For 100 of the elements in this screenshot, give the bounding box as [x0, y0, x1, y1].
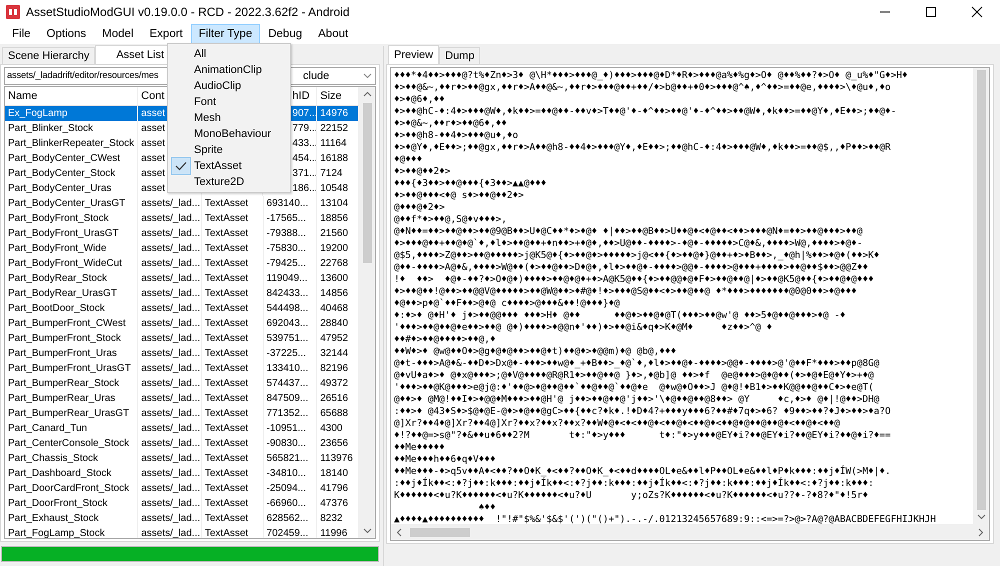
- table-cell[interactable]: Part_BumperFront_Uras: [5, 346, 138, 361]
- table-cell[interactable]: Part_BumperFront_CWest: [5, 316, 138, 331]
- scrollbar[interactable]: [359, 87, 375, 538]
- table-cell: TextAsset: [202, 376, 264, 391]
- table-cell: -75830...: [264, 241, 318, 256]
- table-cell: TextAsset: [202, 466, 264, 481]
- menu-item[interactable]: Model: [94, 24, 142, 44]
- table-cell[interactable]: Part_BumperRear_Stock: [5, 376, 138, 391]
- table-cell[interactable]: Part_Exhaust_Stock: [5, 511, 138, 526]
- table-cell[interactable]: Part_Chassis_Stock: [5, 451, 138, 466]
- preview-text-line: !♦ ♦♦> ♦@♦-♦♦?♦>O♦@♦)♦♦♦♦>♦♦@♦@♦+♦>A@K5@♦♦{♦>♦♦@@♦@♦F♦>♦♦@♦♦@|♦>♦♦@K5@♦♦{♦>♦♦@♦@♦♦♦: [394, 274, 875, 286]
- scroll-left-icon[interactable]: [396, 528, 402, 536]
- preview-text-line: ♦♦♦*♦4♦♦>♦♦♦@?t%♦Zn♦>3♦ @\H*♦♦♦>♦♦♦@_♦)♦♦♦>♦♦♦@♦D*♦R♦>♦♦♦@a%♦%g♦>O♦ @♦♦%♦♦?♦>O♦ @_u%♦"G♦>H♦: [394, 70, 909, 82]
- preview-text-line: @♦♦♦@♦2♦>: [394, 202, 446, 214]
- table-cell[interactable]: Part_CenterConsole_Stock: [5, 436, 138, 451]
- table-cell[interactable]: Part_BodyRear_Stock: [5, 271, 138, 286]
- table-cell: 628562...: [264, 511, 318, 526]
- table-cell: assets/_lad...: [138, 256, 202, 271]
- table-cell[interactable]: Part_BodyFront_UrasGT: [5, 226, 138, 241]
- table-cell[interactable]: Part_FogLamp_Stock: [5, 526, 138, 538]
- table-cell[interactable]: Part_BumperFront_Stock: [5, 331, 138, 346]
- table-cell: assets/_lad...: [138, 391, 202, 406]
- preview-text-line: @$5,♦♦♦♦>Z@♦♦>♦♦@♦♦♦♦♦>j@K5@♦{♦>♦♦@♦>♦♦♦♦♦>j@<♦♦{♦>♦♦@♦}@♦♦+♦>♦B♦♦>,_♦@h|%♦♦>♦@♦(♦♦>K♦: [394, 250, 880, 262]
- preview-text-line: ♦♦Me♦♦♦h♦♦6♦q♦V♦♦♦: [394, 454, 497, 465]
- preview-text-line: ♦♦Me♦♦♦♦♦: [394, 442, 446, 454]
- table-cell: TextAsset: [202, 436, 264, 451]
- table-cell: assets/_lad...: [138, 196, 202, 211]
- table-cell[interactable]: Part_BodyFront_Stock: [5, 211, 138, 226]
- table-cell[interactable]: Part_Blinker_Stock: [5, 121, 138, 136]
- table-cell[interactable]: Part_BodyCenter_Uras: [5, 181, 138, 196]
- table-cell: TextAsset: [202, 406, 264, 421]
- preview-text-line: '♦♦♦>♦♦@K@♦♦♦>e@j@:♦'♦♦@>♦@♦♦@♦♦`♦♦@♦♦@`♦♦@♦e @♦w@♦O♦♦>J @♦@!♦B1♦>♦♦K@@♦♦@♦♦C♦>♦e@T(: [394, 382, 875, 394]
- preview-text-line: ♦@♦♦♦: [394, 154, 424, 166]
- table-cell: -79425...: [264, 256, 318, 271]
- table-cell: TextAsset: [202, 331, 264, 346]
- table-cell[interactable]: Part_Canard_Tun: [5, 421, 138, 436]
- menu-item[interactable]: Filter Type: [190, 24, 260, 44]
- menu-item[interactable]: Options: [38, 24, 94, 44]
- table-cell: assets/_lad...: [138, 421, 202, 436]
- preview-text-line: :♦♦>♦ @43♦S♦>$@♦@E-@♦>♦@♦♦@gC>♦♦{♦♦c?♦k♦.!♦D♦4?+♦♦♦y♦♦♦6?♦♦#♦7q♦>♦6? ♦9♦♦>♦♦?♦J♦>♦♦>♦a?O: [394, 406, 892, 418]
- scroll-down-icon[interactable]: [362, 528, 372, 534]
- preview-text-line: ♠♦♦: [478, 502, 497, 514]
- table-cell[interactable]: Part_Dashboard_Stock: [5, 466, 138, 481]
- table-cell: assets/_lad...: [138, 481, 202, 496]
- table-cell: assets/_lad...: [138, 271, 202, 286]
- table-cell[interactable]: Part_DoorCardFront_Stock: [5, 481, 138, 496]
- preview-text-line: ♦>♦@Y♦,♦E♦♦>;♦♦@gx,♦♦r♦>A♦♦@h8-♦♦4♦>♦♦♦@Y♦,♦E♦♦>;♦♦@hC-♦:4♦>♦♦♦@W♦,♦k♦♦>=♦♦@$,,♦P♦♦>♦♦@R: [394, 142, 892, 154]
- table-cell: TextAsset: [202, 301, 264, 316]
- preview-text-line: ♦>♦@&~,♦♦r♦>♦♦@6♦,♦♦: [394, 118, 508, 130]
- scroll-right-icon[interactable]: [978, 528, 984, 536]
- table-cell: assets/_lad...: [138, 511, 202, 526]
- table-cell[interactable]: Part_BodyFront_WideCut: [5, 256, 138, 271]
- table-cell: TextAsset: [202, 211, 264, 226]
- table-cell: TextAsset: [202, 271, 264, 286]
- table-cell[interactable]: Part_BodyRear_UrasGT: [5, 286, 138, 301]
- scrollbar[interactable]: [973, 68, 989, 524]
- table-cell: TextAsset: [202, 256, 264, 271]
- menu-item[interactable]: Export: [142, 24, 191, 44]
- tab[interactable]: Preview: [388, 45, 440, 64]
- preview-text-line: ♦♦Me♦♦♦-♦>q5v♦♦A♦<♦♦?♦♦O♦K_♦<♦♦?♦♦O♦K_♦<♦♦d♦♦♦♦OL♦e&♦♦l♦P♦♦OL♦e&♦♦l♦P♦k♦♦♦:♦♦j♦ÍW(>M♦|♦.: [394, 466, 892, 477]
- table-cell: TextAsset: [202, 421, 264, 436]
- table-cell: TextAsset: [202, 511, 264, 526]
- table-cell: assets/_lad...: [138, 346, 202, 361]
- table-cell: 574437...: [264, 376, 318, 391]
- table-cell: 14976: [317, 106, 359, 121]
- table-cell[interactable]: Part_BootDoor_Stock: [5, 301, 138, 316]
- preview-text-line: @]Xr?♦♦4♦@]Xr?♦♦4@]Xr?♦♦x?♦♦x?♦♦x?♦♦W♦@♦<♦<♦♦@♦<♦♦@♦<♦♦@♦<♦♦@♦@♦♦@♦♦@♦<♦♦@♦<♦♦@: [394, 418, 841, 430]
- window-title: AssetStudioModGUI v0.19.0.0 - RCD - 2022.3.62f2 - Android: [26, 5, 350, 19]
- table-cell: -37225...: [264, 346, 318, 361]
- table-cell: -90830...: [264, 436, 318, 451]
- table-cell[interactable]: Part_BumperRear_Uras: [5, 391, 138, 406]
- scroll-thumb[interactable]: [976, 70, 986, 510]
- table-cell[interactable]: Part_DoorFront_Stock: [5, 496, 138, 511]
- table-cell: -10951...: [264, 421, 318, 436]
- preview-text-line: @♦vU♦a♦>♦ @♦x@♦♦♦>;@♦V@♦♦♦♦@R@R1♦>♦♦@♦♦@ }♦>,♦@b]@ ♦♦>♦f @e@♦♦♦>@♦@♦♦(♦>♦@♦E@♦Y♦>+♦@: [394, 370, 875, 382]
- table-cell: assets/_lad...: [138, 451, 202, 466]
- menu-item[interactable]: Debug: [260, 24, 310, 44]
- tab[interactable]: Scene Hierarchy: [2, 47, 96, 64]
- table-cell: -25094...: [264, 481, 318, 496]
- table-cell: TextAsset: [202, 316, 264, 331]
- table-cell[interactable]: Part_BodyCenter_UrasGT: [5, 196, 138, 211]
- scroll-thumb[interactable]: [362, 103, 372, 263]
- menu-item[interactable]: File: [4, 24, 39, 44]
- table-cell[interactable]: Part_BodyFront_Wide: [5, 241, 138, 256]
- table-cell[interactable]: Ex_FogLamp: [5, 106, 138, 121]
- table-cell: TextAsset: [202, 361, 264, 376]
- column-header[interactable]: Name: [5, 87, 138, 105]
- preview-text-line: ▲♦♦♦♦▲♦♦♦♦♦♦♦♦♦♦ !"!#"$%&'$&$'(')("()+").-.-/.01213245657689:9::<=>=?>@>?A@?@ABACBDEFEGFHIJKHJH: [394, 514, 937, 524]
- table-cell[interactable]: Part_BodyCenter_Stock: [5, 166, 138, 181]
- horizontal-scrollbar[interactable]: [390, 524, 990, 541]
- scroll-down-icon[interactable]: [976, 514, 986, 520]
- table-cell[interactable]: Part_BumperFront_UrasGT: [5, 361, 138, 376]
- scroll-thumb[interactable]: [410, 528, 470, 536]
- scroll-up-icon[interactable]: [362, 91, 372, 97]
- menu-item[interactable]: About: [310, 24, 356, 44]
- table-cell[interactable]: Part_BumperRear_UrasGT: [5, 406, 138, 421]
- table-cell[interactable]: Part_BodyCenter_CWest: [5, 151, 138, 166]
- tab[interactable]: Dump: [439, 47, 480, 64]
- mode-dropdown[interactable]: clude: [289, 67, 376, 85]
- table-cell[interactable]: Part_BlinkerRepeater_Stock: [5, 136, 138, 151]
